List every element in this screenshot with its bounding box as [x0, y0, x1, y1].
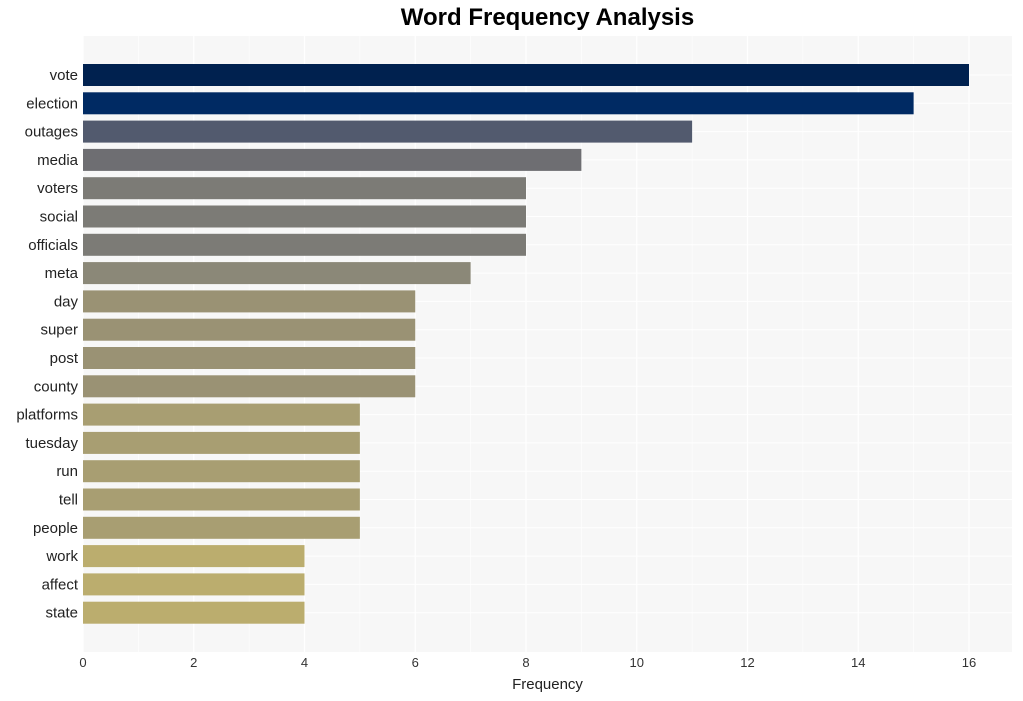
bar-super — [83, 318, 416, 341]
y-label-day: day — [54, 293, 79, 310]
y-label-county: county — [34, 378, 79, 395]
x-tick-label: 6 — [412, 655, 419, 670]
y-label-platforms: platforms — [16, 407, 78, 424]
y-axis-labels: vote election outages media voters social offi… — [16, 67, 79, 622]
y-label-state: state — [45, 605, 78, 622]
bar-day — [83, 290, 416, 313]
bar-tell — [83, 488, 360, 511]
x-tick-label: 14 — [851, 655, 865, 670]
x-tick-label: 0 — [79, 655, 86, 670]
bar-voters — [83, 177, 526, 200]
bar-run — [83, 460, 360, 483]
y-label-outages: outages — [25, 124, 78, 141]
y-label-meta: meta — [45, 265, 79, 282]
bar-post — [83, 347, 416, 369]
y-label-work: work — [45, 548, 78, 565]
y-label-election: election — [26, 95, 78, 112]
y-label-people: people — [33, 520, 78, 537]
x-tick-label: 2 — [190, 655, 197, 670]
x-tick-label: 4 — [301, 655, 308, 670]
bar-work — [83, 545, 305, 568]
bar-outages — [83, 120, 693, 143]
bar-tuesday — [83, 431, 360, 454]
y-label-social: social — [40, 209, 78, 226]
y-label-media: media — [37, 152, 79, 169]
bar-officials — [83, 233, 526, 256]
x-tick-label: 8 — [522, 655, 529, 670]
x-tick-label: 10 — [630, 655, 644, 670]
x-axis-label: Frequency — [512, 676, 583, 693]
bar-county — [83, 375, 416, 398]
x-axis-ticks: 0 2 4 6 8 10 12 14 16 — [79, 655, 976, 670]
y-label-run: run — [56, 463, 78, 480]
y-label-super: super — [40, 322, 78, 339]
bar-vote — [83, 64, 969, 86]
x-tick-label: 16 — [962, 655, 976, 670]
y-label-affect: affect — [42, 576, 79, 593]
y-label-vote: vote — [50, 67, 78, 84]
bar-media — [83, 148, 582, 171]
y-label-voters: voters — [37, 180, 78, 197]
y-label-post: post — [50, 350, 79, 367]
bar-platforms — [83, 403, 360, 426]
y-label-tuesday: tuesday — [25, 435, 78, 452]
bar-election — [83, 92, 914, 115]
bar-affect — [83, 573, 305, 596]
x-tick-label: 12 — [740, 655, 754, 670]
bar-chart: vote election outages media voters social offi… — [16, 36, 1012, 693]
y-label-officials: officials — [28, 237, 78, 254]
y-label-tell: tell — [59, 492, 78, 509]
bar-state — [83, 601, 305, 624]
bar-people — [83, 516, 360, 539]
bar-social — [83, 205, 526, 228]
bar-meta — [83, 262, 471, 285]
